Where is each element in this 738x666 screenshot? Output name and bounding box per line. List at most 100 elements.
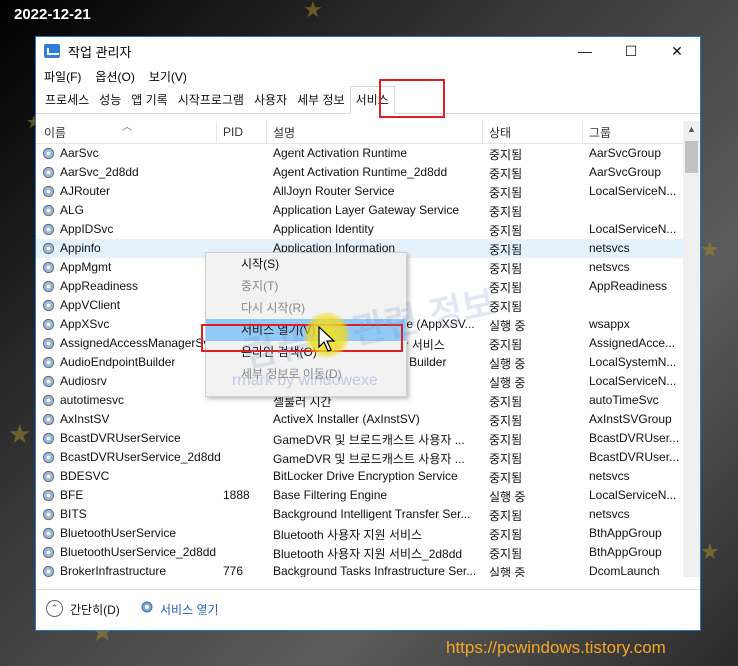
close-button[interactable]: ✕: [654, 37, 700, 65]
cell-status: 실행 중: [489, 566, 526, 577]
minimize-button[interactable]: —: [562, 37, 608, 65]
cell-name: AudioEndpointBuilder: [60, 355, 176, 369]
cell-status: 중지됨: [489, 338, 523, 352]
table-row[interactable]: BluetoothUserService_2d8dd Bluetooth 사용자 …: [36, 543, 700, 562]
cell-name: AssignedAccessManagerSvc: [60, 336, 216, 350]
service-gear-icon: [42, 356, 55, 369]
cell-description: Base Filtering Engine: [273, 488, 388, 502]
cell-status: 중지됨: [489, 224, 523, 238]
table-row[interactable]: BrokerInfrastructure 776 Background Tasks …: [36, 562, 700, 577]
column-header-group[interactable]: 그룹: [589, 124, 611, 141]
service-gear-icon: [42, 204, 55, 217]
tab-app-history[interactable]: 앱 기록: [126, 87, 172, 113]
cell-name: BDESVC: [60, 469, 110, 483]
table-row[interactable]: ALG Application Layer Gateway Service 중지됨: [36, 201, 700, 220]
cell-description: GameDVR 및 브로드캐스트 사용자 ...: [273, 452, 465, 466]
cell-name: BluetoothUserService_2d8dd: [60, 545, 217, 559]
menu-options[interactable]: 옵션(O): [95, 68, 134, 85]
cell-status: 중지됨: [489, 509, 523, 523]
window-title: 작업 관리자: [68, 44, 132, 60]
cell-status: 중지됨: [489, 452, 523, 466]
table-row[interactable]: AarSvc Agent Activation Runtime 중지됨 AarSvcG…: [36, 144, 700, 163]
cell-name: Audiosrv: [60, 374, 107, 388]
cell-group: LocalServiceN...: [589, 374, 677, 388]
menu-file[interactable]: 파일(F): [44, 68, 81, 85]
tab-startup[interactable]: 시작프로그램: [173, 87, 249, 113]
tab-processes[interactable]: 프로세스: [40, 87, 94, 113]
scroll-thumb[interactable]: [685, 141, 698, 173]
cell-description: Agent Activation Runtime: [273, 146, 408, 160]
cell-group: AppReadiness: [589, 279, 668, 293]
table-row[interactable]: AppIDSvc Application Identity 중지됨 LocalServ…: [36, 220, 700, 239]
service-gear-icon: [42, 470, 55, 483]
decor-star-icon: ★: [700, 238, 720, 263]
menu-item-open-services[interactable]: 서비스 열기(V): [206, 319, 406, 341]
table-row[interactable]: BFE 1888 Base Filtering Engine 실행 중 LocalSer…: [36, 486, 700, 505]
service-gear-icon: [42, 565, 55, 577]
service-gear-icon: [42, 185, 55, 198]
cell-group: wsappx: [589, 317, 630, 331]
cell-description: Bluetooth 사용자 지원 서비스_2d8dd: [273, 547, 463, 561]
title-bar[interactable]: 작업 관리자 — ☐ ✕: [36, 37, 700, 65]
cell-status: 중지됨: [489, 300, 523, 314]
table-row[interactable]: BcastDVRUserService GameDVR 및 브로드캐스트 사용자 …: [36, 429, 700, 448]
cell-group: netsvcs: [589, 507, 630, 521]
open-services-link[interactable]: 서비스 열기: [160, 601, 219, 618]
tab-users[interactable]: 사용자: [249, 87, 292, 113]
menu-item-search-online[interactable]: 온라인 검색(O): [206, 341, 406, 363]
menu-view[interactable]: 보기(V): [149, 68, 187, 85]
column-header-name[interactable]: 이름: [44, 124, 66, 141]
site-url: https://pcwindows.tistory.com: [446, 638, 666, 657]
tab-details[interactable]: 세부 정보: [292, 87, 350, 113]
service-gear-icon: [42, 147, 55, 160]
vertical-scrollbar[interactable]: ▲: [683, 121, 700, 577]
cell-name: BluetoothUserService: [60, 526, 177, 540]
menu-item-restart[interactable]: 다시 시작(R): [206, 297, 406, 319]
service-gear-icon: [42, 413, 55, 426]
tab-performance[interactable]: 성능: [94, 87, 126, 113]
fewer-details-link[interactable]: 간단히(D): [70, 601, 120, 618]
table-row[interactable]: BcastDVRUserService_2d8dd GameDVR 및 브로드캐스…: [36, 448, 700, 467]
decor-star-icon: ★: [700, 540, 720, 565]
service-gear-icon: [42, 242, 55, 255]
service-gear-icon: [42, 546, 55, 559]
cell-status: 중지됨: [489, 148, 523, 162]
table-row[interactable]: BITS Background Intelligent Transfer Ser.…: [36, 505, 700, 524]
menu-item-go-to-details[interactable]: 세부 정보로 이동(D): [206, 363, 406, 385]
cell-name: AppVClient: [60, 298, 121, 312]
cell-status: 실행 중: [489, 357, 526, 371]
column-header-description[interactable]: 설명: [273, 124, 295, 141]
cell-group: netsvcs: [589, 241, 630, 255]
cell-group: BthAppGroup: [589, 526, 662, 540]
menu-item-stop[interactable]: 중지(T): [206, 275, 406, 297]
table-row[interactable]: AxInstSV ActiveX Installer (AxInstSV) 중지됨 A…: [36, 410, 700, 429]
services-gear-icon: [141, 601, 153, 613]
decor-star-icon: ★: [303, 0, 323, 23]
table-row[interactable]: BDESVC BitLocker Drive Encryption Service…: [36, 467, 700, 486]
menu-item-start[interactable]: 시작(S): [206, 253, 406, 275]
table-row[interactable]: AJRouter AllJoyn Router Service 중지됨 LocalSe…: [36, 182, 700, 201]
column-header-pid[interactable]: PID: [223, 125, 243, 139]
cell-status: 중지됨: [489, 186, 523, 200]
cell-group: LocalSystemN...: [589, 355, 677, 369]
cell-pid: 1888: [223, 488, 250, 502]
service-gear-icon: [42, 508, 55, 521]
cell-group: AarSvcGroup: [589, 146, 662, 160]
cell-group: netsvcs: [589, 260, 630, 274]
cell-status: 중지됨: [489, 528, 523, 542]
table-row[interactable]: AarSvc_2d8dd Agent Activation Runtime_2d8…: [36, 163, 700, 182]
cell-name: AppIDSvc: [60, 222, 114, 236]
cell-group: LocalServiceN...: [589, 222, 677, 236]
table-row[interactable]: BluetoothUserService Bluetooth 사용자 지원 서비스…: [36, 524, 700, 543]
maximize-button[interactable]: ☐: [608, 37, 654, 65]
scroll-up-icon[interactable]: ▲: [683, 121, 700, 138]
tab-services[interactable]: 서비스: [349, 86, 395, 114]
service-gear-icon: [42, 318, 55, 331]
cell-status: 실행 중: [489, 319, 526, 333]
column-header-status[interactable]: 상태: [489, 124, 511, 141]
cell-group: netsvcs: [589, 469, 630, 483]
cell-description: Background Tasks Infrastructure Ser...: [273, 564, 477, 577]
collapse-chevron-icon[interactable]: ⌃: [46, 600, 63, 617]
cell-group: AssignedAcce...: [589, 336, 676, 350]
cell-group: BcastDVRUser...: [589, 450, 679, 464]
